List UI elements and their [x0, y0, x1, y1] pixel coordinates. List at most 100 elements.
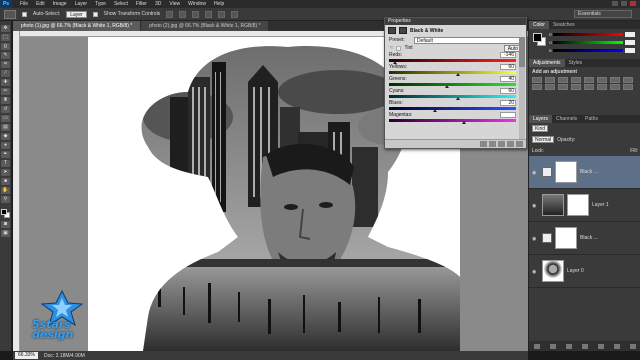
- slider-track[interactable]: [389, 71, 516, 74]
- clip-to-layer-icon[interactable]: [480, 141, 487, 147]
- tint-checkbox[interactable]: [396, 45, 402, 51]
- pen-tool-icon[interactable]: ✒: [1, 151, 10, 158]
- vibrance-icon[interactable]: [584, 77, 594, 83]
- eye-icon[interactable]: ◉: [532, 170, 539, 176]
- close-icon[interactable]: [630, 1, 636, 6]
- invert-icon[interactable]: [571, 84, 581, 90]
- menu-edit[interactable]: Edit: [36, 1, 45, 7]
- layer-mask-thumbnail[interactable]: [555, 227, 577, 249]
- slider-value-field[interactable]: [500, 112, 516, 118]
- menu-view[interactable]: View: [169, 1, 180, 7]
- visibility-icon[interactable]: [507, 141, 514, 147]
- workspace-switcher[interactable]: Essentials: [574, 10, 632, 18]
- menu-image[interactable]: Image: [53, 1, 67, 7]
- healing-tool-icon[interactable]: ✚: [1, 79, 10, 86]
- layer-row[interactable]: ◉ Black ...: [529, 222, 640, 255]
- document-tab[interactable]: photo (1).jpg @ 66.7% (Black & White 1, …: [13, 21, 141, 31]
- slider-value-field[interactable]: 60: [500, 64, 516, 70]
- brightness-contrast-icon[interactable]: [532, 77, 542, 83]
- black-white-icon[interactable]: [623, 77, 633, 83]
- align-right-icon[interactable]: [231, 10, 239, 18]
- layer-filter-dropdown[interactable]: Kind: [532, 125, 549, 132]
- preset-dropdown[interactable]: Default: [414, 36, 522, 44]
- posterize-icon[interactable]: [584, 84, 594, 90]
- dodge-tool-icon[interactable]: ●: [1, 142, 10, 149]
- tab-layers[interactable]: Layers: [529, 115, 553, 123]
- color-channel-value[interactable]: [625, 40, 635, 45]
- trash-icon[interactable]: [630, 343, 636, 349]
- eyedropper-tool-icon[interactable]: ⁄: [1, 70, 10, 77]
- transform-controls-checkbox[interactable]: [92, 11, 98, 17]
- layer-mask-thumbnail[interactable]: [555, 161, 577, 183]
- move-tool-preset-icon[interactable]: [4, 9, 16, 19]
- reset-icon[interactable]: [498, 141, 505, 147]
- layer-name[interactable]: Layer 0: [567, 268, 584, 274]
- new-group-icon[interactable]: [598, 343, 604, 349]
- type-tool-icon[interactable]: T: [1, 160, 10, 167]
- document-tab[interactable]: photo (2).jpg @ 66.7% (Black & White 1, …: [141, 21, 269, 31]
- add-mask-icon[interactable]: [566, 343, 572, 349]
- history-brush-tool-icon[interactable]: ↺: [1, 106, 10, 113]
- color-channel-slider[interactable]: [553, 33, 623, 36]
- screen-mode-icon[interactable]: ▣: [1, 230, 10, 237]
- curves-icon[interactable]: [558, 77, 568, 83]
- move-tool-icon[interactable]: ✥: [1, 25, 10, 32]
- color-channel-slider[interactable]: [553, 49, 623, 52]
- minimize-icon[interactable]: [612, 1, 618, 6]
- eye-icon[interactable]: ◉: [532, 236, 539, 242]
- tab-paths[interactable]: Paths: [581, 115, 602, 123]
- zoom-tool-icon[interactable]: ⚲: [1, 196, 10, 203]
- link-layers-icon[interactable]: [534, 343, 540, 349]
- slider-value-field[interactable]: 60: [500, 88, 516, 94]
- tab-styles[interactable]: Styles: [565, 59, 587, 67]
- menu-type[interactable]: Type: [95, 1, 106, 7]
- color-channel-slider[interactable]: [553, 41, 623, 44]
- fx-icon[interactable]: [550, 343, 556, 349]
- auto-select-checkbox[interactable]: [22, 11, 27, 17]
- layer-thumbnail[interactable]: [542, 260, 564, 282]
- slider-track[interactable]: [389, 107, 516, 110]
- layer-name[interactable]: Black ...: [580, 169, 598, 175]
- align-bottom-icon[interactable]: [192, 10, 200, 18]
- hand-tool-icon[interactable]: ✋: [1, 187, 10, 194]
- menu-filter[interactable]: Filter: [136, 1, 147, 7]
- align-middle-icon[interactable]: [179, 10, 187, 18]
- stamp-tool-icon[interactable]: ♜: [1, 97, 10, 104]
- layer-name[interactable]: Layer 1: [592, 202, 609, 208]
- photo-filter-icon[interactable]: [532, 84, 542, 90]
- color-channel-value[interactable]: [625, 32, 635, 37]
- menu-file[interactable]: File: [20, 1, 28, 7]
- menu-help[interactable]: Help: [214, 1, 224, 7]
- blend-mode-dropdown[interactable]: Normal: [532, 136, 555, 143]
- selective-color-icon[interactable]: [610, 84, 620, 90]
- layer-row[interactable]: ◉ Black ...: [529, 156, 640, 189]
- auto-select-dropdown[interactable]: Layer: [66, 10, 87, 18]
- gradient-map-icon[interactable]: [623, 84, 633, 90]
- eraser-tool-icon[interactable]: ▭: [1, 115, 10, 122]
- new-layer-icon[interactable]: [614, 343, 620, 349]
- tab-channels[interactable]: Channels: [552, 115, 581, 123]
- tab-adjustments[interactable]: Adjustments: [529, 59, 565, 67]
- slider-track[interactable]: [389, 83, 516, 86]
- eye-icon[interactable]: ◉: [532, 203, 539, 209]
- channel-mixer-icon[interactable]: [545, 84, 555, 90]
- gradient-tool-icon[interactable]: ▤: [1, 124, 10, 131]
- hue-saturation-icon[interactable]: [597, 77, 607, 83]
- path-select-tool-icon[interactable]: ➤: [1, 169, 10, 176]
- layer-row[interactable]: ◉ Layer 0: [529, 255, 640, 288]
- blur-tool-icon[interactable]: ◆: [1, 133, 10, 140]
- color-lookup-icon[interactable]: [558, 84, 568, 90]
- slider-value-field[interactable]: -146: [500, 52, 516, 58]
- levels-icon[interactable]: [545, 77, 555, 83]
- new-adjustment-icon[interactable]: [582, 343, 588, 349]
- align-center-icon[interactable]: [218, 10, 226, 18]
- menu-layer[interactable]: Layer: [75, 1, 88, 7]
- targeted-adjustment-icon[interactable]: ☜: [389, 45, 393, 51]
- brush-tool-icon[interactable]: ✏: [1, 88, 10, 95]
- menu-3d[interactable]: 3D: [155, 1, 161, 7]
- lasso-tool-icon[interactable]: ϱ: [1, 43, 10, 50]
- delete-icon[interactable]: [516, 141, 523, 147]
- slider-track[interactable]: [389, 95, 516, 98]
- align-top-icon[interactable]: [166, 10, 174, 18]
- threshold-icon[interactable]: [597, 84, 607, 90]
